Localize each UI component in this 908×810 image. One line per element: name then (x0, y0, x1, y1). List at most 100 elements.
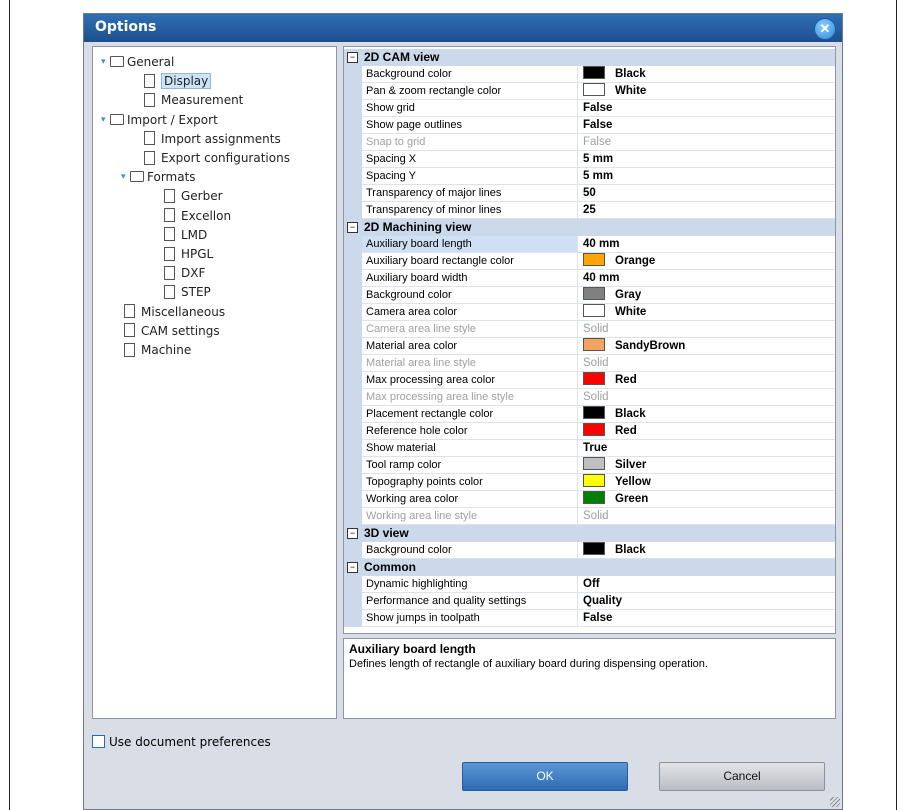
property-value[interactable]: Black (579, 542, 834, 558)
tree-item-dxf[interactable]: DXF (164, 264, 205, 283)
property-value[interactable]: Solid (579, 321, 834, 337)
property-row-transparency-of-major-lines[interactable]: Transparency of major lines 50 (344, 185, 835, 202)
tree-item-general[interactable]: ▾ General (101, 53, 174, 72)
property-row-camera-area-color[interactable]: Camera area color White (344, 304, 835, 321)
property-row-reference-hole-color[interactable]: Reference hole color Red (344, 423, 835, 440)
property-row-spacing-y[interactable]: Spacing Y 5 mm (344, 168, 835, 185)
property-row-pan-zoom-rectangle-color[interactable]: Pan & zoom rectangle color White (344, 83, 835, 100)
property-value[interactable]: Yellow (579, 474, 834, 490)
tree-item-miscellaneous[interactable]: Miscellaneous (124, 303, 225, 322)
property-row-dynamic-highlighting[interactable]: Dynamic highlighting Off (344, 576, 835, 593)
property-value[interactable]: Silver (579, 457, 834, 473)
tree-item-hpgl[interactable]: HPGL (164, 245, 213, 264)
tree-item-lmd[interactable]: LMD (164, 226, 207, 245)
property-row-background-color[interactable]: Background color Black (344, 542, 835, 559)
row-gutter (344, 423, 362, 440)
property-value[interactable]: SandyBrown (579, 338, 834, 354)
category-3d-view[interactable]: −3D view (344, 525, 835, 542)
property-value[interactable]: White (579, 83, 834, 99)
property-row-max-processing-area-color[interactable]: Max processing area color Red (344, 372, 835, 389)
tree-item-excellon[interactable]: Excellon (164, 207, 231, 226)
property-value[interactable]: Red (579, 372, 834, 388)
property-row-performance-and-quality-settings[interactable]: Performance and quality settings Quality (344, 593, 835, 610)
expand-arrow-icon[interactable]: ▾ (121, 168, 130, 187)
property-row-placement-rectangle-color[interactable]: Placement rectangle color Black (344, 406, 835, 423)
tree-item-export-configurations[interactable]: Export configurations (144, 149, 290, 168)
property-value[interactable]: False (579, 134, 834, 150)
property-value[interactable]: 40 mm (579, 270, 834, 286)
tree-item-gerber[interactable]: Gerber (164, 187, 223, 206)
category-2d-cam-view[interactable]: −2D CAM view (344, 49, 835, 66)
tree-item-display[interactable]: Display (144, 72, 212, 91)
options-tree[interactable]: ▾ General Display Measurement ▾ Import / Expo… (92, 46, 337, 719)
resize-grip[interactable] (830, 797, 840, 807)
property-row-show-jumps-in-toolpath[interactable]: Show jumps in toolpath False (344, 610, 835, 627)
collapse-icon[interactable]: − (347, 52, 358, 63)
property-row-auxiliary-board-width[interactable]: Auxiliary board width 40 mm (344, 270, 835, 287)
tree-item-cam-settings[interactable]: CAM settings (124, 322, 220, 341)
property-value[interactable]: False (579, 610, 834, 626)
property-row-show-page-outlines[interactable]: Show page outlines False (344, 117, 835, 134)
cancel-button[interactable]: Cancel (659, 762, 825, 791)
close-icon[interactable]: ✕ (814, 18, 836, 40)
property-value[interactable]: Green (579, 491, 834, 507)
property-value[interactable]: Solid (579, 355, 834, 371)
property-grid[interactable]: −2D CAM view Background color Black Pan & z… (343, 46, 836, 634)
property-value[interactable]: Quality (579, 593, 834, 609)
tree-item-measurement[interactable]: Measurement (144, 91, 243, 110)
collapse-icon[interactable]: − (347, 222, 358, 233)
property-value[interactable]: False (579, 117, 834, 133)
property-value[interactable]: Solid (579, 508, 834, 524)
property-row-background-color[interactable]: Background color Gray (344, 287, 835, 304)
property-value[interactable]: Black (579, 66, 834, 82)
property-row-working-area-color[interactable]: Working area color Green (344, 491, 835, 508)
property-value[interactable]: Orange (579, 253, 834, 269)
property-row-material-area-color[interactable]: Material area color SandyBrown (344, 338, 835, 355)
property-value[interactable]: True (579, 440, 834, 456)
property-row-background-color[interactable]: Background color Black (344, 66, 835, 83)
property-row-spacing-x[interactable]: Spacing X 5 mm (344, 151, 835, 168)
tree-item-machine[interactable]: Machine (124, 341, 191, 360)
tree-item-import-assignments[interactable]: Import assignments (144, 130, 281, 149)
tree-item-label: Export configurations (161, 151, 290, 165)
category-2d-machining-view[interactable]: −2D Machining view (344, 219, 835, 236)
property-row-camera-area-line-style[interactable]: Camera area line style Solid (344, 321, 835, 338)
collapse-icon[interactable]: − (347, 528, 358, 539)
property-value[interactable]: 40 mm (579, 236, 834, 252)
property-row-snap-to-grid[interactable]: Snap to grid False (344, 134, 835, 151)
property-row-topography-points-color[interactable]: Topography points color Yellow (344, 474, 835, 491)
collapse-icon[interactable]: − (347, 562, 358, 573)
property-row-working-area-line-style[interactable]: Working area line style Solid (344, 508, 835, 525)
property-value[interactable]: 50 (579, 185, 834, 201)
property-value[interactable]: White (579, 304, 834, 320)
expand-arrow-icon[interactable]: ▾ (101, 53, 110, 72)
tree-item-import-export[interactable]: ▾ Import / Export (101, 111, 218, 130)
property-value-text: 40 mm (583, 272, 620, 284)
property-row-max-processing-area-line-style[interactable]: Max processing area line style Solid (344, 389, 835, 406)
color-swatch-icon (583, 372, 605, 386)
property-row-show-material[interactable]: Show material True (344, 440, 835, 457)
ok-button[interactable]: OK (462, 762, 628, 791)
expand-arrow-icon[interactable]: ▾ (101, 111, 110, 130)
tree-item-step[interactable]: STEP (164, 283, 211, 302)
category-common[interactable]: − Common (344, 559, 835, 576)
property-row-auxiliary-board-rectangle-color[interactable]: Auxiliary board rectangle color Orange (344, 253, 835, 270)
use-document-preferences[interactable]: Use document preferences (92, 733, 271, 751)
property-value[interactable]: Black (579, 406, 834, 422)
tree-item-formats[interactable]: ▾ Formats (121, 168, 196, 187)
property-value[interactable]: Gray (579, 287, 834, 303)
property-row-material-area-line-style[interactable]: Material area line style Solid (344, 355, 835, 372)
property-value[interactable]: Solid (579, 389, 834, 405)
use-document-preferences-checkbox[interactable] (92, 735, 105, 748)
property-row-show-grid[interactable]: Show grid False (344, 100, 835, 117)
property-value[interactable]: False (579, 100, 834, 116)
property-row-auxiliary-board-length[interactable]: Auxiliary board length 40 mm (344, 236, 835, 253)
property-value[interactable]: 5 mm (579, 168, 834, 184)
title-bar[interactable]: Options ✕ (84, 14, 842, 42)
property-value[interactable]: Red (579, 423, 834, 439)
property-value[interactable]: 25 (579, 202, 834, 218)
property-value[interactable]: Off (579, 576, 834, 592)
property-row-tool-ramp-color[interactable]: Tool ramp color Silver (344, 457, 835, 474)
property-row-transparency-of-minor-lines[interactable]: Transparency of minor lines 25 (344, 202, 835, 219)
property-value[interactable]: 5 mm (579, 151, 834, 167)
